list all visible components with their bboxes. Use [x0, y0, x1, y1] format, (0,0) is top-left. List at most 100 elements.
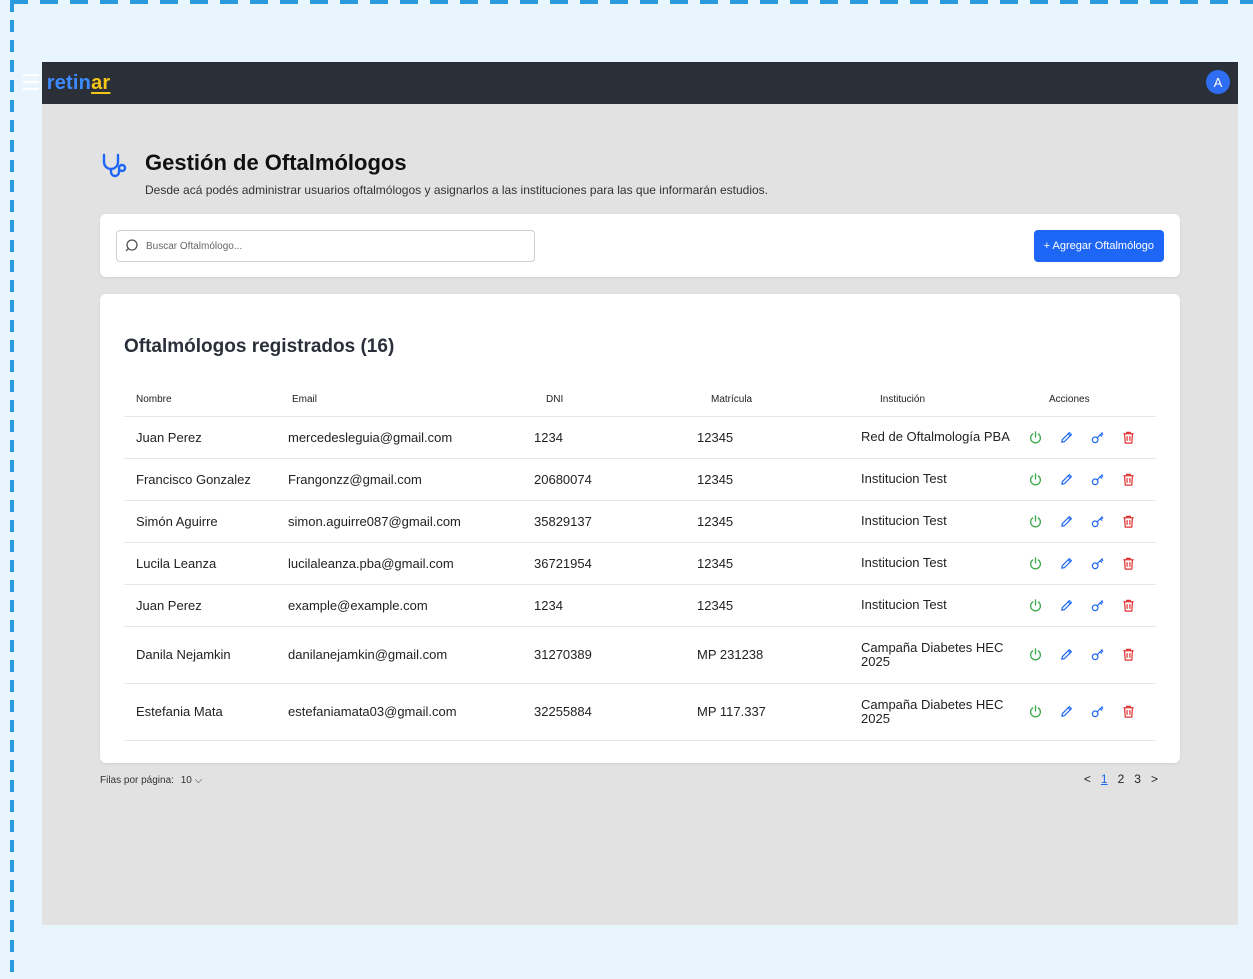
- cell-email: lucilaleanza.pba@gmail.com: [288, 542, 534, 585]
- pencil-icon[interactable]: [1058, 646, 1075, 663]
- brand-prefix: retin: [46, 71, 92, 94]
- cell-acciones: [1025, 458, 1156, 501]
- cell-matricula: 12345: [697, 416, 861, 459]
- table-row: Estefania Mata estefaniamata03@gmail.com 3…: [124, 683, 1156, 741]
- row-actions: [1025, 471, 1156, 488]
- power-icon[interactable]: [1027, 429, 1044, 446]
- cell-acciones: [1025, 626, 1156, 684]
- row-actions: [1025, 555, 1156, 572]
- cell-institucion: Institucion Test: [861, 500, 1025, 543]
- cell-dni: 32255884: [534, 683, 697, 741]
- cell-matricula: 12345: [697, 542, 861, 585]
- row-actions: [1025, 646, 1156, 663]
- table-row: Danila Nejamkin danilanejamkin@gmail.com 3…: [124, 626, 1156, 684]
- key-icon[interactable]: [1089, 646, 1106, 663]
- power-icon[interactable]: [1027, 597, 1044, 614]
- table-row: Simón Aguirre simon.aguirre087@gmail.com 3…: [124, 500, 1156, 543]
- cell-email: mercedesleguia@gmail.com: [288, 416, 534, 459]
- rows-per-page-label: Filas por página:: [100, 775, 174, 786]
- add-ophthalmologist-button[interactable]: + Agregar Oftalmólogo: [1033, 230, 1164, 262]
- pencil-icon[interactable]: [1058, 597, 1075, 614]
- search-input[interactable]: [146, 240, 526, 252]
- power-icon[interactable]: [1027, 471, 1044, 488]
- key-icon[interactable]: [1089, 703, 1106, 720]
- top-bar: ☰ retinar A: [21, 62, 1238, 104]
- key-icon[interactable]: [1089, 555, 1106, 572]
- cell-email: danilanejamkin@gmail.com: [288, 626, 534, 684]
- trash-icon[interactable]: [1120, 513, 1137, 530]
- trash-icon[interactable]: [1120, 703, 1137, 720]
- pencil-icon[interactable]: [1058, 429, 1075, 446]
- cell-email: Frangonzz@gmail.com: [288, 458, 534, 501]
- column-header-matricula[interactable]: Matrícula: [697, 384, 861, 417]
- cell-acciones: [1025, 584, 1156, 627]
- brand-logo[interactable]: retinar: [47, 72, 111, 95]
- row-actions: [1025, 429, 1156, 446]
- trash-icon[interactable]: [1120, 646, 1137, 663]
- table-row: Juan Perez mercedesleguia@gmail.com 1234 12…: [124, 416, 1156, 459]
- frame-border-top: [10, 0, 1253, 4]
- table-header-row: Nombre Email DNI Matrícula Institución A…: [124, 384, 1156, 417]
- search-box[interactable]: [116, 230, 535, 262]
- hamburger-menu-icon[interactable]: ☰: [21, 72, 41, 94]
- row-actions: [1025, 597, 1156, 614]
- cell-matricula: MP 231238: [697, 626, 861, 684]
- cell-email: simon.aguirre087@gmail.com: [288, 500, 534, 543]
- column-header-dni[interactable]: DNI: [534, 384, 697, 417]
- rows-per-page-select[interactable]: 10 ⌵: [181, 775, 203, 786]
- cell-nombre: Francisco Gonzalez: [124, 458, 288, 501]
- page-button-3[interactable]: 3: [1134, 772, 1141, 786]
- cell-dni: 20680074: [534, 458, 697, 501]
- user-avatar[interactable]: A: [1206, 70, 1230, 94]
- cell-acciones: [1025, 683, 1156, 741]
- page-button-2[interactable]: 2: [1118, 772, 1125, 786]
- page-button-1[interactable]: 1: [1101, 772, 1108, 786]
- trash-icon[interactable]: [1120, 597, 1137, 614]
- table-row: Juan Perez example@example.com 1234 12345 In…: [124, 584, 1156, 627]
- key-icon[interactable]: [1089, 513, 1106, 530]
- toolbar-card: + Agregar Oftalmólogo: [100, 214, 1180, 277]
- cell-matricula: 12345: [697, 584, 861, 627]
- cell-dni: 36721954: [534, 542, 697, 585]
- search-icon: [125, 239, 138, 252]
- rows-per-page: Filas por página: 10 ⌵: [100, 775, 202, 786]
- trash-icon[interactable]: [1120, 429, 1137, 446]
- pagination: < 1 2 3 >: [1084, 772, 1158, 786]
- stethoscope-icon: [102, 153, 127, 178]
- cell-email: estefaniamata03@gmail.com: [288, 683, 534, 741]
- brand-highlight: ar: [91, 71, 111, 94]
- trash-icon[interactable]: [1120, 555, 1137, 572]
- prev-page-button[interactable]: <: [1084, 772, 1091, 786]
- cell-institucion: Campaña Diabetes HEC 2025: [861, 683, 1025, 741]
- pencil-icon[interactable]: [1058, 703, 1075, 720]
- cell-institucion: Institucion Test: [861, 584, 1025, 627]
- key-icon[interactable]: [1089, 429, 1106, 446]
- pencil-icon[interactable]: [1058, 471, 1075, 488]
- rows-per-page-value: 10: [180, 775, 192, 786]
- cell-dni: 35829137: [534, 500, 697, 543]
- cell-acciones: [1025, 416, 1156, 459]
- power-icon[interactable]: [1027, 555, 1044, 572]
- column-header-institucion[interactable]: Institución: [861, 384, 1025, 417]
- ophthalmologists-table: Nombre Email DNI Matrícula Institución A…: [124, 384, 1156, 741]
- table-card: Oftalmólogos registrados (16) Nombre Ema…: [100, 294, 1180, 763]
- cell-nombre: Lucila Leanza: [124, 542, 288, 585]
- cell-nombre: Juan Perez: [124, 584, 288, 627]
- app-window: ☰ retinar A Gestión de Oftalmólogos Desd…: [21, 62, 1238, 925]
- trash-icon[interactable]: [1120, 471, 1137, 488]
- column-header-email[interactable]: Email: [288, 384, 534, 417]
- power-icon[interactable]: [1027, 513, 1044, 530]
- power-icon[interactable]: [1027, 646, 1044, 663]
- key-icon[interactable]: [1089, 597, 1106, 614]
- table-row: Francisco Gonzalez Frangonzz@gmail.com 206…: [124, 458, 1156, 501]
- key-icon[interactable]: [1089, 471, 1106, 488]
- column-header-nombre[interactable]: Nombre: [124, 384, 288, 417]
- cell-institucion: Institucion Test: [861, 458, 1025, 501]
- cell-dni: 1234: [534, 416, 697, 459]
- column-header-acciones: Acciones: [1025, 384, 1156, 417]
- power-icon[interactable]: [1027, 703, 1044, 720]
- next-page-button[interactable]: >: [1151, 772, 1158, 786]
- cell-dni: 31270389: [534, 626, 697, 684]
- pencil-icon[interactable]: [1058, 513, 1075, 530]
- pencil-icon[interactable]: [1058, 555, 1075, 572]
